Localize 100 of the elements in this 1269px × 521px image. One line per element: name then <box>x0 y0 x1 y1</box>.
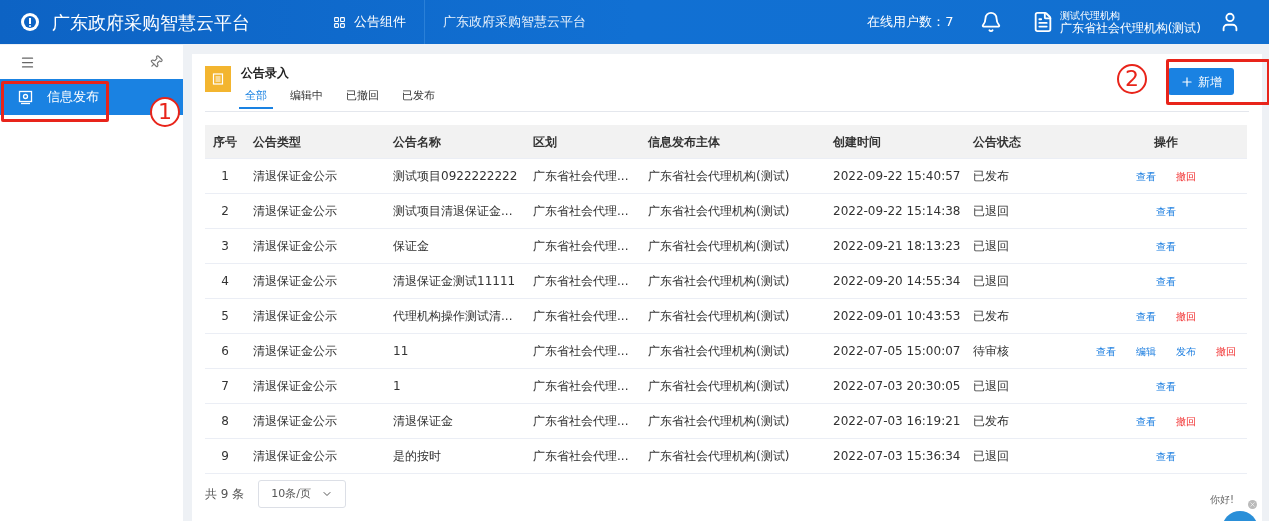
monitor-icon <box>18 89 33 105</box>
table-cell-text: 清退保证金公示 <box>252 308 338 325</box>
plus-icon <box>1180 74 1194 89</box>
table-cell-text: 已发布 <box>972 168 1010 185</box>
grid-icon <box>333 15 346 29</box>
table-cell-text: 2022-07-03 16:19:21 <box>832 413 962 430</box>
annotation-number: 2 <box>1117 64 1147 94</box>
table-cell-text: 广东省社会代理机构(测试) <box>647 168 791 185</box>
table-cell-text: 代理机构操作测试清... <box>392 308 514 325</box>
table-cell-text: 2022-07-05 15:00:07 <box>832 343 962 360</box>
table-cell-text: 广东省社会代理... <box>532 238 630 255</box>
total-count: 共 9 条 <box>205 486 245 503</box>
table-cell-text: 广东省社会代理机构(测试) <box>647 378 791 395</box>
table-cell-text: 11 <box>392 343 410 360</box>
table-cell-text: 是的按时 <box>392 448 442 465</box>
bell-icon[interactable] <box>979 11 1002 33</box>
table-cell-text: 2 <box>220 203 230 220</box>
column-header: 公告状态 <box>972 133 1022 151</box>
table-cell-text: 已发布 <box>972 308 1010 325</box>
table-cell-text: 8 <box>220 413 230 430</box>
page-size-select[interactable]: 10条/页 <box>258 480 346 508</box>
table-cell-text: 7 <box>220 378 230 395</box>
table-cell-text: 清退保证金公示 <box>252 238 338 255</box>
table-cell-text: 已发布 <box>972 413 1010 430</box>
table-cell-text: 广东省社会代理... <box>532 413 630 430</box>
table-cell-text: 已退回 <box>972 238 1010 255</box>
table-cell-text: 清退保证金 <box>392 413 454 430</box>
column-header: 创建时间 <box>832 133 882 151</box>
table-cell-text: 4 <box>220 273 230 290</box>
table-cell-text: 保证金 <box>392 238 430 255</box>
action-link[interactable]: 查看 <box>1156 203 1176 219</box>
table-cell-text: 9 <box>220 448 230 465</box>
column-header: 公告名称 <box>392 133 442 151</box>
table-cell-text: 待审核 <box>972 343 1010 360</box>
table-cell-text: 广东省社会代理... <box>532 203 630 220</box>
table-cell-text: 已退回 <box>972 273 1010 290</box>
filter-tab[interactable]: 全部 <box>239 84 273 109</box>
filter-tab[interactable]: 已发布 <box>396 84 441 109</box>
annotation-number: 1 <box>150 97 180 127</box>
table-cell-text: 2022-07-03 15:36:34 <box>832 448 962 465</box>
action-link[interactable]: 查看 <box>1096 343 1116 359</box>
filter-tab[interactable]: 编辑中 <box>284 84 329 109</box>
table-cell-text: 2022-07-03 20:30:05 <box>832 378 962 395</box>
table-cell-text: 清退保证金公示 <box>252 168 338 185</box>
action-link[interactable]: 编辑 <box>1136 343 1156 359</box>
table-cell-text: 清退保证金公示 <box>252 273 338 290</box>
column-header: 公告类型 <box>252 133 302 151</box>
table-cell-text: 2022-09-22 15:40:57 <box>832 168 962 185</box>
table-cell-text: 清退保证金公示 <box>252 448 338 465</box>
column-header: 操作 <box>1153 133 1179 151</box>
table-cell-text: 广东省社会代理机构(测试) <box>647 308 791 325</box>
action-link[interactable]: 撤回 <box>1176 168 1196 184</box>
table-cell-text: 广东省社会代理机构(测试) <box>647 273 791 290</box>
table-cell-text: 清退保证金公示 <box>252 413 338 430</box>
nav-item[interactable]: 公告组件 <box>315 0 424 44</box>
table-cell-text: 2022-09-20 14:55:34 <box>832 273 962 290</box>
menu-icon[interactable] <box>20 54 35 70</box>
org-full-name: 广东省社会代理机构(测试) <box>1059 22 1201 35</box>
table-cell-text: 清退保证金公示 <box>252 343 338 360</box>
action-link[interactable]: 查看 <box>1136 168 1156 184</box>
table-cell-text: 已退回 <box>972 203 1010 220</box>
table-cell-text: 广东省社会代理机构(测试) <box>647 413 791 430</box>
column-header: 区划 <box>532 133 558 151</box>
action-link[interactable]: 查看 <box>1156 448 1176 464</box>
column-header: 信息发布主体 <box>646 133 721 151</box>
table-cell-text: 6 <box>220 343 230 360</box>
table-cell-text: 已退回 <box>972 448 1010 465</box>
panel-icon <box>205 66 231 92</box>
table-cell-text: 广东省社会代理... <box>532 448 630 465</box>
table-cell-text: 广东省社会代理... <box>532 378 630 395</box>
action-link[interactable]: 查看 <box>1156 378 1176 394</box>
panel-title: 公告录入 <box>241 65 290 81</box>
action-link[interactable]: 撤回 <box>1176 413 1196 429</box>
table-cell-text: 测试项目0922222222 <box>392 168 519 185</box>
app-title: 广东政府采购智慧云平台 <box>52 10 250 35</box>
chat-greeting: 你好! <box>1210 493 1234 507</box>
action-link[interactable]: 撤回 <box>1176 308 1196 324</box>
add-button[interactable]: 新增 <box>1168 68 1234 95</box>
table-cell-text: 广东省社会代理... <box>532 273 630 290</box>
action-link[interactable]: 查看 <box>1136 308 1156 324</box>
table-cell-text: 广东省社会代理机构(测试) <box>647 343 791 360</box>
action-link[interactable]: 查看 <box>1156 238 1176 254</box>
action-link[interactable]: 查看 <box>1136 413 1156 429</box>
table-cell-text: 广东省社会代理机构(测试) <box>647 238 791 255</box>
table-cell-text: 清退保证金公示 <box>252 378 338 395</box>
table-cell-text: 2022-09-01 10:43:53 <box>832 308 962 325</box>
table-cell-text: 已退回 <box>972 378 1010 395</box>
table-cell-text: 广东省社会代理机构(测试) <box>647 203 791 220</box>
nav-item[interactable]: 广东政府采购智慧云平台 <box>424 0 604 44</box>
filter-tab[interactable]: 已撤回 <box>340 84 385 109</box>
action-link[interactable]: 发布 <box>1176 343 1196 359</box>
table-cell-text: 广东省社会代理... <box>532 343 630 360</box>
table-cell-text: 广东省社会代理... <box>532 168 630 185</box>
action-link[interactable]: 撤回 <box>1216 343 1236 359</box>
online-user-count: 在线用户数：7 <box>867 13 954 32</box>
table-cell-text: 2022-09-21 18:13:23 <box>832 238 962 255</box>
action-link[interactable]: 查看 <box>1156 273 1176 289</box>
table-cell-text: 3 <box>220 238 230 255</box>
table-cell-text: 测试项目清退保证金... <box>392 203 514 220</box>
table-cell-text: 广东省社会代理... <box>532 308 630 325</box>
